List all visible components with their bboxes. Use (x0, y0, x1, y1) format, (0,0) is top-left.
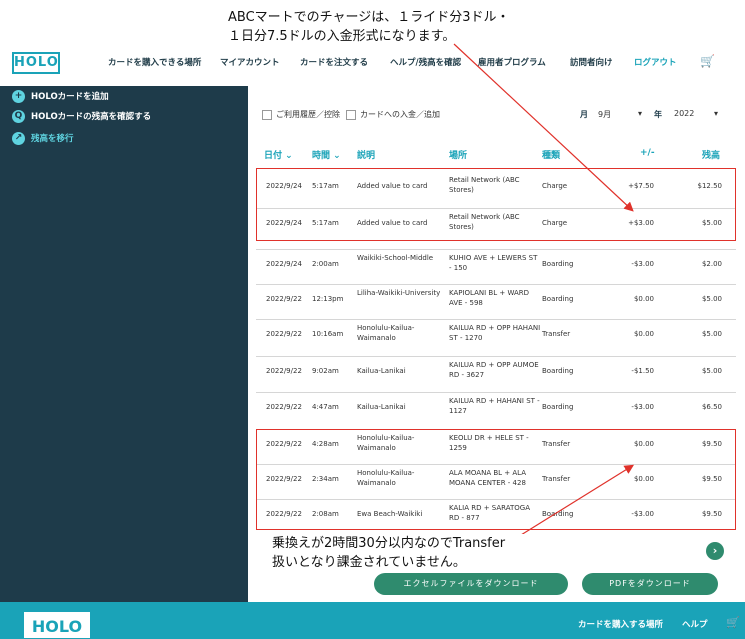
annotation-line: 扱いとなり課金されていません。 (272, 555, 466, 570)
year-select[interactable]: 2022 (674, 109, 694, 118)
topup-checkbox[interactable] (346, 110, 356, 120)
cell-type: Boarding (542, 295, 574, 303)
cell-type: Boarding (542, 260, 574, 268)
charge-highlight-box (256, 168, 736, 241)
chevron-down-icon[interactable]: ▾ (714, 109, 718, 118)
cell-desc: Honolulu-Kailua-Waimanalo (357, 324, 415, 342)
plus-icon: + (12, 89, 25, 103)
cell-date: 2022/9/22 (266, 367, 302, 375)
annotation-charge-note: ABCマートでのチャージは、１ライド分3ドル・ １日分7.5ドルの入金形式になり… (228, 8, 548, 46)
annotation-line: ABCマートでのチャージは、１ライド分3ドル・ (228, 10, 510, 25)
footer: HOLO カードを購入する場所 ヘルプ 🛒 (0, 602, 745, 639)
history-checkbox[interactable] (262, 110, 272, 120)
search-icon: Q (12, 109, 25, 123)
annotation-transfer-note: 乗換えが2時間30分以内なのでTransfer 扱いとなり課金されていません。 (272, 534, 542, 572)
column-header-description: 説明 (357, 151, 376, 161)
nav-employer-program[interactable]: 雇用者プログラム (478, 56, 546, 68)
transfer-highlight-box (256, 429, 736, 530)
cell-time: 2:00am (312, 260, 339, 268)
arrow-icon: ↗ (12, 131, 25, 145)
holo-logo[interactable]: HOLO (12, 52, 60, 74)
sidebar-item-label: HOLOカードを追加 (31, 92, 109, 102)
nav-logout[interactable]: ログアウト (634, 56, 677, 68)
cell-time: 12:13pm (312, 295, 344, 303)
footer-holo-logo[interactable]: HOLO (24, 612, 90, 638)
annotation-line: １日分7.5ドルの入金形式になります。 (228, 29, 456, 44)
cell-place: KAILUA RD + HAHANI ST - 1127 (449, 397, 540, 415)
cell-place: KAILUA RD + OPP AUMOE RD - 3627 (449, 361, 539, 379)
cell-place: KAPIOLANI BL + WARD AVE - 598 (449, 289, 530, 307)
cell-type: Boarding (542, 403, 574, 411)
cell-time: 4:47am (312, 403, 339, 411)
column-header-amount: +/- (640, 148, 655, 158)
year-label: 年 (654, 110, 662, 119)
sidebar-item-transfer-balance[interactable]: ↗ 残高を移行 (12, 130, 74, 146)
row-divider (256, 319, 736, 320)
cell-balance: $5.00 (701, 367, 722, 375)
column-header-balance: 残高 (702, 151, 721, 161)
sidebar: + HOLOカードを追加 Q HOLOカードの残高を確認する ↗ 残高を移行 (0, 86, 248, 602)
row-divider (256, 249, 736, 250)
cell-desc: Liliha-Waikiki-University (357, 289, 441, 297)
sidebar-item-check-balance[interactable]: Q HOLOカードの残高を確認する (12, 108, 151, 124)
cell-amount: -$3.00 (631, 260, 654, 268)
cell-amount: -$3.00 (631, 403, 654, 411)
nav-my-account[interactable]: マイアカウント (220, 56, 280, 68)
cell-type: Transfer (542, 330, 571, 338)
nav-order-card[interactable]: カードを注文する (300, 56, 368, 68)
cell-desc: Kailua-Lanikai (357, 367, 406, 375)
cell-date: 2022/9/22 (266, 330, 302, 338)
nav-help-balance[interactable]: ヘルプ/残高を確認 (390, 56, 461, 68)
filter-bar: ご利用履歴／控除 カードへの入金／追加 月 9月 ▾ 年 2022 ▾ (262, 108, 732, 126)
cart-icon[interactable]: 🛒 (700, 54, 715, 68)
sidebar-item-label: HOLOカードの残高を確認する (31, 112, 152, 122)
cell-type: Boarding (542, 367, 574, 375)
row-divider (256, 284, 736, 285)
sidebar-item-label: 残高を移行 (31, 134, 74, 144)
excel-download-button[interactable]: エクセルファイルをダウンロード (374, 573, 568, 595)
cell-place: KUHIO AVE + LEWERS ST - 150 (449, 254, 538, 272)
cell-date: 2022/9/22 (266, 295, 302, 303)
cell-amount: $0.00 (633, 330, 654, 338)
cell-time: 9:02am (312, 367, 339, 375)
cell-balance: $5.00 (701, 295, 722, 303)
column-header-type: 種類 (542, 151, 561, 161)
cell-amount: $0.00 (633, 295, 654, 303)
top-navigation: HOLO カードを購入できる場所 マイアカウント カードを注文する ヘルプ/残高… (0, 48, 745, 80)
cell-balance: $6.50 (701, 403, 722, 411)
sidebar-item-add-card[interactable]: + HOLOカードを追加 (12, 88, 109, 104)
next-page-button[interactable]: › (706, 542, 724, 560)
footer-link-help[interactable]: ヘルプ (682, 618, 708, 630)
nav-where-to-buy[interactable]: カードを購入できる場所 (108, 56, 201, 68)
cell-time: 10:16am (312, 330, 344, 338)
chevron-down-icon[interactable]: ▾ (638, 109, 642, 118)
nav-visitors[interactable]: 訪問者向け (570, 56, 613, 68)
month-label: 月 (580, 110, 588, 119)
cell-desc: Kailua-Lanikai (357, 403, 406, 411)
cell-desc: Waikiki-School-Middle (357, 254, 434, 262)
cell-amount: -$1.50 (631, 367, 654, 375)
history-label: ご利用履歴／控除 (276, 110, 340, 119)
cell-date: 2022/9/24 (266, 260, 302, 268)
annotation-line: 乗換えが2時間30分以内なのでTransfer (272, 536, 506, 551)
cell-date: 2022/9/22 (266, 403, 302, 411)
cart-icon[interactable]: 🛒 (726, 616, 740, 629)
column-header-place: 場所 (449, 151, 468, 161)
month-select[interactable]: 9月 (598, 109, 611, 120)
pdf-download-button[interactable]: PDFをダウンロード (582, 573, 718, 595)
cell-balance: $5.00 (701, 330, 722, 338)
row-divider (256, 392, 736, 393)
topup-label: カードへの入金／追加 (360, 110, 440, 119)
footer-link-where-to-buy[interactable]: カードを購入する場所 (578, 618, 663, 630)
cell-balance: $2.00 (701, 260, 722, 268)
cell-place: KAILUA RD + OPP HAHANI ST - 1270 (449, 324, 541, 342)
column-header-time[interactable]: 時間 ⌄ (312, 148, 341, 161)
column-header-date[interactable]: 日付 ⌄ (264, 148, 293, 161)
row-divider (256, 356, 736, 357)
